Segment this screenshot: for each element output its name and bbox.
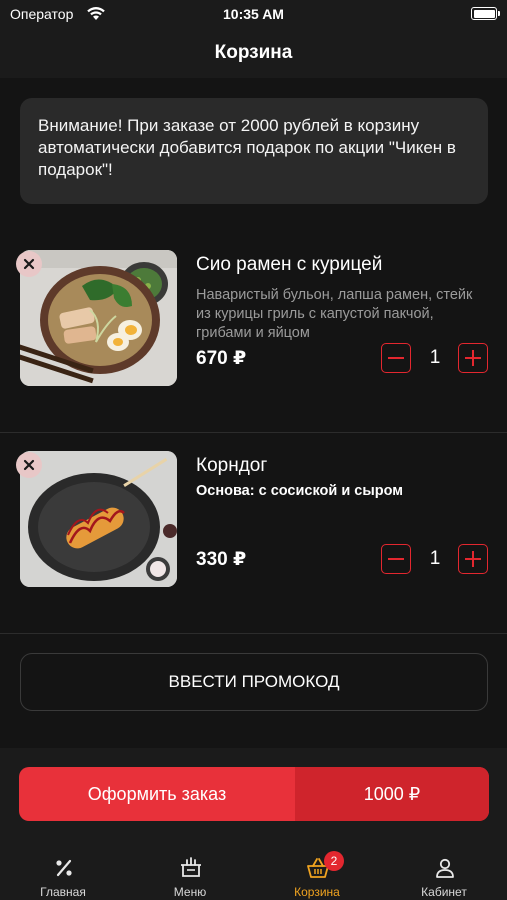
status-time: 10:35 AM xyxy=(223,6,284,22)
tab-label: Корзина xyxy=(294,885,340,899)
decrease-quantity-button[interactable] xyxy=(381,544,411,574)
nav-bar: Корзина xyxy=(0,32,507,78)
status-bar: Оператор 10:35 AM xyxy=(0,0,507,32)
tab-main[interactable]: Главная xyxy=(0,843,126,900)
cart-item: Сио рамен с курицей Наваристый бульон, л… xyxy=(0,232,507,432)
remove-item-button[interactable] xyxy=(16,251,42,277)
item-option: Основа: с сосиской и сыром xyxy=(196,483,403,499)
percent-icon xyxy=(56,859,72,877)
cart-count-badge: 2 xyxy=(324,851,344,871)
remove-item-button[interactable] xyxy=(16,452,42,478)
item-quantity: 1 xyxy=(429,347,441,368)
checkout-button[interactable]: Оформить заказ 1000 ₽ xyxy=(19,767,489,821)
close-icon xyxy=(23,258,35,270)
tab-menu[interactable]: Меню xyxy=(127,843,253,900)
increase-quantity-button[interactable] xyxy=(458,544,488,574)
checkout-total: 1000 ₽ xyxy=(295,767,489,821)
tab-label: Кабинет xyxy=(421,885,467,899)
tab-label: Меню xyxy=(173,885,207,899)
item-divider xyxy=(0,633,507,634)
item-quantity: 1 xyxy=(429,548,441,569)
battery-icon xyxy=(471,7,500,20)
cart-content[interactable]: Внимание! При заказе от 2000 рублей в ко… xyxy=(0,78,507,748)
item-name: Корндог xyxy=(196,455,268,476)
tab-label: Главная xyxy=(40,885,86,899)
item-description: Наваристый бульон, лапша рамен, стейк из… xyxy=(196,287,473,341)
ramen-bowl-image xyxy=(20,250,177,386)
item-name: Сио рамен с курицей xyxy=(196,254,383,275)
corndog-plate-image xyxy=(20,451,177,587)
item-price: 670 ₽ xyxy=(196,348,247,369)
page-title: Корзина xyxy=(214,42,293,63)
checkout-area: Оформить заказ 1000 ₽ xyxy=(0,748,507,843)
close-icon xyxy=(23,459,35,471)
promo-notice-text: Внимание! При заказе от 2000 рублей в ко… xyxy=(38,116,456,179)
tab-cart[interactable]: 2 Корзина xyxy=(254,843,380,900)
cart-item: Корндог Основа: с сосиской и сыром 330 ₽… xyxy=(0,433,507,633)
menu-icon xyxy=(181,857,201,877)
enter-promo-code-button[interactable]: ВВЕСТИ ПРОМОКОД xyxy=(20,653,488,711)
decrease-quantity-button[interactable] xyxy=(381,343,411,373)
tab-bar: Главная Меню 2 Корзина Кабинет xyxy=(0,843,507,900)
promo-notice: Внимание! При заказе от 2000 рублей в ко… xyxy=(20,98,488,204)
tab-profile[interactable]: Кабинет xyxy=(381,843,507,900)
profile-icon xyxy=(436,858,454,878)
item-price: 330 ₽ xyxy=(196,549,247,570)
checkout-label: Оформить заказ xyxy=(87,784,227,804)
increase-quantity-button[interactable] xyxy=(458,343,488,373)
